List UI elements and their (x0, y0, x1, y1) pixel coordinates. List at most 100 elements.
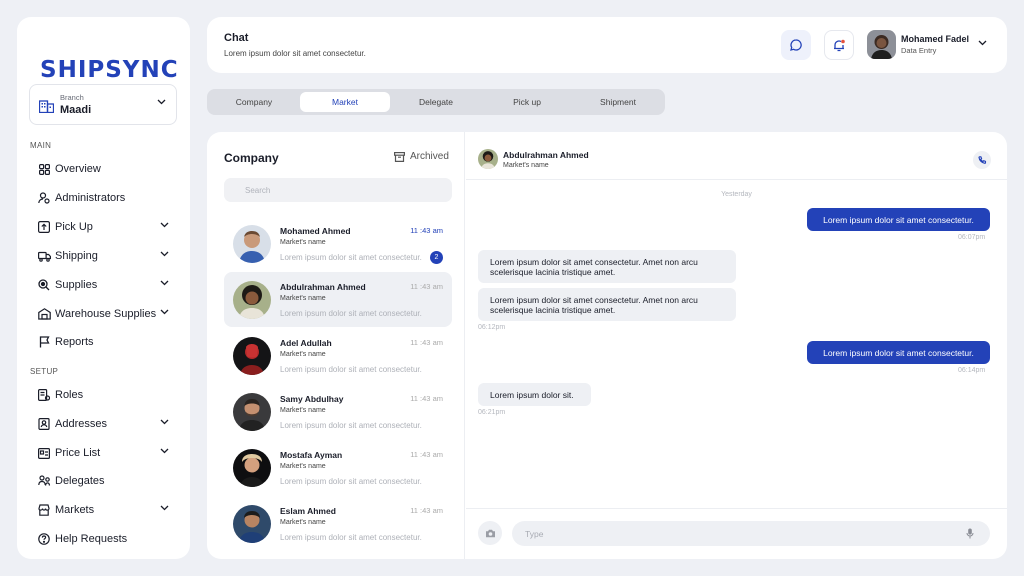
conversation-time: 11 :43 am (410, 394, 443, 403)
user-gear-icon (37, 191, 51, 205)
help-icon (37, 532, 51, 546)
chat-button[interactable] (781, 30, 811, 60)
conversation-list-panel: Company Archived Mohamed Ahmed Market's … (207, 132, 465, 559)
tab-market[interactable]: Market (300, 92, 390, 112)
page-subtitle: Lorem ipsum dolor sit amet consectetur. (224, 49, 366, 58)
sidebar-item-label: Markets (55, 504, 95, 516)
avatar (233, 337, 271, 375)
grid-icon (37, 162, 51, 176)
box-up-icon (37, 220, 51, 234)
sidebar-item-roles[interactable]: Roles (37, 386, 169, 404)
conversation-time: 11 :43 am (410, 282, 443, 291)
sidebar-item-label: Help Requests (55, 533, 128, 545)
conversation-preview: Lorem ipsum dolor sit amet consectetur. (280, 477, 422, 486)
message-input[interactable] (512, 521, 990, 546)
chevron-down-icon (157, 99, 166, 105)
conversation-name: Mostafa Ayman (280, 450, 343, 460)
roles-icon (37, 388, 51, 402)
tab-company[interactable]: Company (209, 92, 299, 112)
avatar[interactable] (867, 30, 896, 59)
conversation-subtitle: Market's name (280, 463, 326, 470)
conversation-preview: Lorem ipsum dolor sit amet consectetur. (280, 253, 422, 262)
page-title: Chat (224, 32, 249, 44)
tab-delegate[interactable]: Delegate (391, 92, 481, 112)
chat-contact-name: Abdulrahman Ahmed (503, 150, 589, 160)
sidebar-item-warehouse-supplies[interactable]: Warehouse Supplies (37, 305, 169, 323)
microphone-icon[interactable] (966, 528, 974, 539)
call-button[interactable] (973, 151, 991, 169)
chevron-down-icon (160, 251, 169, 257)
sidebar-item-label: Delegates (55, 475, 105, 487)
sidebar: SHIPSYNC Branch Maadi MAIN Overview Admi… (17, 17, 190, 559)
conversation-preview: Lorem ipsum dolor sit amet consectetur. (280, 533, 422, 542)
bell-icon (834, 39, 845, 51)
sidebar-item-markets[interactable]: Markets (37, 501, 169, 519)
conversation-preview: Lorem ipsum dolor sit amet consectetur. (280, 421, 422, 430)
notifications-button[interactable] (824, 30, 854, 60)
branch-value: Maadi (60, 104, 92, 116)
user-name: Mohamed Fadel (901, 34, 970, 44)
sidebar-item-supplies[interactable]: Supplies (37, 276, 169, 294)
conversation-time: 11 :43 am (410, 338, 443, 347)
tab-pick-up[interactable]: Pick up (482, 92, 572, 112)
chat-contact-subtitle: Market's name (503, 162, 549, 169)
sidebar-item-label: Warehouse Supplies (55, 308, 157, 320)
search-input[interactable] (224, 178, 452, 202)
sidebar-item-shipping[interactable]: Shipping (37, 247, 169, 265)
archived-button[interactable]: Archived (394, 151, 449, 162)
branch-label: Branch (60, 93, 84, 102)
list-item[interactable]: Abdulrahman Ahmed Market's name Lorem ip… (224, 272, 452, 327)
message-incoming: Lorem ipsum dolor sit amet consectetur. … (478, 288, 736, 321)
chevron-down-icon (160, 280, 169, 286)
message-time: 06:07pm (958, 234, 986, 241)
sidebar-item-pick-up[interactable]: Pick Up (37, 218, 169, 236)
sidebar-item-reports[interactable]: Reports (37, 333, 169, 351)
sidebar-item-label: Reports (55, 336, 94, 348)
sidebar-item-label: Price List (55, 447, 101, 459)
avatar (478, 149, 498, 169)
sidebar-item-addresses[interactable]: Addresses (37, 415, 169, 433)
chevron-down-icon (160, 505, 169, 511)
avatar (233, 281, 271, 319)
message-composer (466, 508, 1007, 559)
flag-icon (37, 335, 51, 349)
list-item[interactable]: Samy Abdulhay Market's name Lorem ipsum … (224, 384, 452, 439)
conversation-subtitle: Market's name (280, 407, 326, 414)
phone-icon (977, 155, 986, 164)
conversation-preview: Lorem ipsum dolor sit amet consectetur. (280, 365, 422, 374)
sidebar-item-overview[interactable]: Overview (37, 160, 169, 178)
avatar (233, 393, 271, 431)
conversation-list-title: Company (224, 151, 279, 165)
conversation-time: 11 :43 am (410, 226, 443, 235)
list-item[interactable]: Eslam Ahmed Market's name Lorem ipsum do… (224, 496, 452, 551)
sidebar-item-administrators[interactable]: Administrators (37, 189, 169, 207)
tab-shipment[interactable]: Shipment (573, 92, 663, 112)
conversation-subtitle: Market's name (280, 239, 326, 246)
list-item[interactable]: Mostafa Ayman Market's name Lorem ipsum … (224, 440, 452, 495)
chevron-down-icon (160, 448, 169, 454)
chevron-down-icon (160, 419, 169, 425)
camera-button[interactable] (478, 521, 502, 545)
branch-selector[interactable]: Branch Maadi (29, 84, 177, 125)
chat-card: Company Archived Mohamed Ahmed Market's … (207, 132, 1007, 559)
search-box-icon (37, 278, 51, 292)
sidebar-item-help-requests[interactable]: Help Requests (37, 530, 169, 548)
message-time: 06:12pm (478, 324, 506, 331)
message-incoming: Lorem ipsum dolor sit amet consectetur. … (478, 250, 736, 283)
archived-label: Archived (410, 151, 449, 162)
category-tabs: Company Market Delegate Pick up Shipment (207, 89, 665, 115)
section-main-label: MAIN (30, 141, 52, 150)
message-time: 06:21pm (478, 409, 506, 416)
list-item[interactable]: Mohamed Ahmed Market's name Lorem ipsum … (224, 216, 452, 271)
sidebar-item-delegates[interactable]: Delegates (37, 472, 169, 490)
conversation-name: Adel Adullah (280, 338, 332, 348)
conversation-name: Mohamed Ahmed (280, 226, 351, 236)
chevron-down-icon[interactable] (978, 40, 987, 46)
avatar (233, 505, 271, 543)
sidebar-item-price-list[interactable]: Price List (37, 444, 169, 462)
sidebar-item-label: Addresses (55, 418, 107, 430)
chevron-down-icon (160, 222, 169, 228)
list-item[interactable]: Adel Adullah Market's name Lorem ipsum d… (224, 328, 452, 383)
user-role: Data Entry (901, 46, 937, 55)
building-icon (39, 100, 54, 113)
